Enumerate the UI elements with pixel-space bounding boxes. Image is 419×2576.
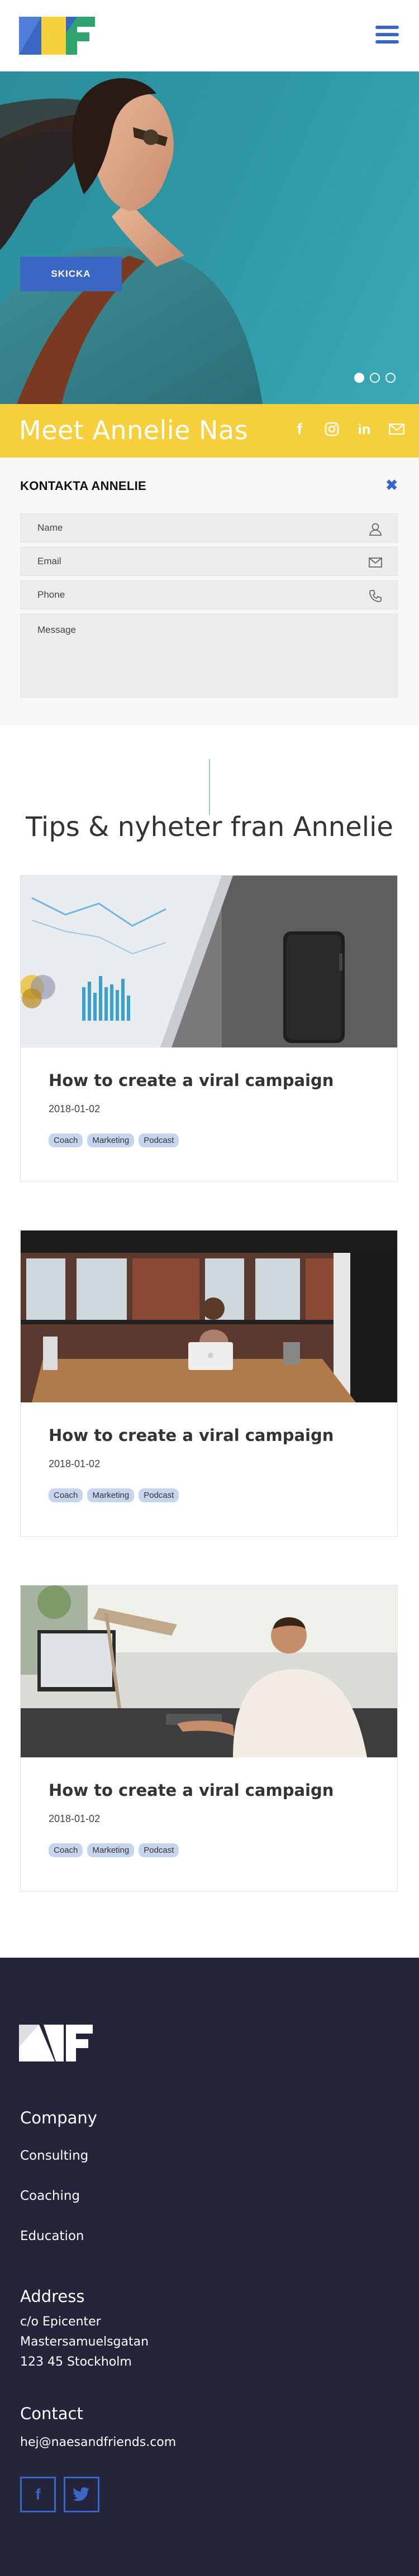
email-field[interactable] bbox=[21, 547, 397, 575]
page: Meet Annelie Nas f in KONTAKTA ANNELIE ✖ bbox=[0, 0, 419, 2576]
phone-field-wrapper bbox=[20, 580, 398, 609]
phone-icon bbox=[369, 590, 382, 602]
intro-band: Meet Annelie Nas f in bbox=[0, 404, 419, 458]
linkedin-icon[interactable]: in bbox=[356, 421, 372, 438]
site-header bbox=[0, 0, 419, 71]
tag-marketing[interactable]: Marketing bbox=[87, 1133, 135, 1147]
blog-card-tags: Coach Marketing Podcast bbox=[49, 1843, 179, 1857]
close-icon[interactable]: ✖ bbox=[385, 477, 398, 494]
contact-title: KONTAKTA ANNELIE bbox=[20, 479, 147, 493]
blog-card-date: 2018-01-02 bbox=[49, 1103, 101, 1114]
blog-card-tags: Coach Marketing Podcast bbox=[49, 1488, 179, 1502]
site-footer: Company Consulting Coaching Education Ad… bbox=[0, 1958, 419, 2576]
hamburger-menu-icon[interactable] bbox=[375, 26, 399, 44]
message-field[interactable] bbox=[21, 614, 397, 697]
slider-dot-3[interactable] bbox=[385, 373, 396, 383]
user-icon bbox=[369, 523, 382, 536]
slider-dots bbox=[354, 373, 396, 383]
blog-card-image bbox=[21, 1231, 397, 1402]
footer-link-coaching[interactable]: Coaching bbox=[20, 2189, 80, 2203]
tag-coach[interactable]: Coach bbox=[49, 1488, 83, 1502]
hero-slider bbox=[0, 71, 419, 404]
blog-card-title[interactable]: How to create a viral campaign bbox=[49, 1781, 334, 1800]
submit-button[interactable]: SKICKA bbox=[20, 257, 122, 291]
blog-card[interactable]: How to create a viral campaign 2018-01-0… bbox=[20, 1230, 398, 1537]
hero-portrait-image bbox=[0, 78, 263, 404]
blog-card-tags: Coach Marketing Podcast bbox=[49, 1133, 179, 1147]
address-heading: Address bbox=[20, 2287, 85, 2306]
contact-heading: Contact bbox=[20, 2404, 83, 2423]
name-field-wrapper bbox=[20, 513, 398, 542]
contact-form: KONTAKTA ANNELIE ✖ bbox=[0, 458, 419, 725]
blog-card-title[interactable]: How to create a viral campaign bbox=[49, 1426, 334, 1445]
footer-email-link[interactable]: hej@naesandfriends.com bbox=[20, 2435, 176, 2449]
social-links: f in bbox=[292, 420, 404, 438]
instagram-icon[interactable] bbox=[324, 421, 340, 438]
message-field-wrapper bbox=[20, 614, 398, 698]
mail-icon[interactable] bbox=[389, 421, 404, 438]
blog-card-image bbox=[21, 1585, 397, 1757]
address-line: c/o Epicenter bbox=[20, 2315, 101, 2329]
blog-card[interactable]: How to create a viral campaign 2018-01-0… bbox=[20, 875, 398, 1182]
tag-podcast[interactable]: Podcast bbox=[139, 1843, 179, 1857]
phone-field[interactable] bbox=[21, 581, 397, 609]
tag-coach[interactable]: Coach bbox=[49, 1133, 83, 1147]
tag-coach[interactable]: Coach bbox=[49, 1843, 83, 1857]
blog-card-date: 2018-01-02 bbox=[49, 1458, 101, 1469]
section-divider-line bbox=[209, 759, 210, 815]
tag-podcast[interactable]: Podcast bbox=[139, 1488, 179, 1502]
company-heading: Company bbox=[20, 2108, 97, 2127]
tag-podcast[interactable]: Podcast bbox=[139, 1133, 179, 1147]
slider-dot-2[interactable] bbox=[370, 373, 380, 383]
footer-facebook-icon[interactable]: f bbox=[20, 2477, 56, 2512]
address-line: Mastersamuelsgatan bbox=[20, 2335, 149, 2349]
tag-marketing[interactable]: Marketing bbox=[87, 1843, 135, 1857]
address-line: 123 45 Stockholm bbox=[20, 2355, 132, 2369]
name-field[interactable] bbox=[21, 514, 397, 542]
blog-card-image bbox=[21, 876, 397, 1047]
facebook-icon[interactable]: f bbox=[292, 420, 307, 438]
blog-card-title[interactable]: How to create a viral campaign bbox=[49, 1071, 334, 1090]
tips-section-title: Tips & nyheter fran Annelie bbox=[26, 811, 393, 843]
blog-card-date: 2018-01-02 bbox=[49, 1813, 101, 1824]
naes-friends-logo[interactable] bbox=[19, 17, 95, 55]
footer-link-consulting[interactable]: Consulting bbox=[20, 2149, 88, 2163]
footer-link-education[interactable]: Education bbox=[20, 2229, 84, 2243]
page-title: Meet Annelie Nas bbox=[19, 415, 249, 445]
tag-marketing[interactable]: Marketing bbox=[87, 1488, 135, 1502]
slider-dot-1[interactable] bbox=[354, 373, 364, 383]
blog-card[interactable]: How to create a viral campaign 2018-01-0… bbox=[20, 1585, 398, 1892]
footer-logo[interactable] bbox=[19, 2025, 93, 2061]
envelope-icon bbox=[369, 558, 382, 568]
footer-twitter-icon[interactable] bbox=[64, 2477, 99, 2512]
email-field-wrapper bbox=[20, 547, 398, 576]
